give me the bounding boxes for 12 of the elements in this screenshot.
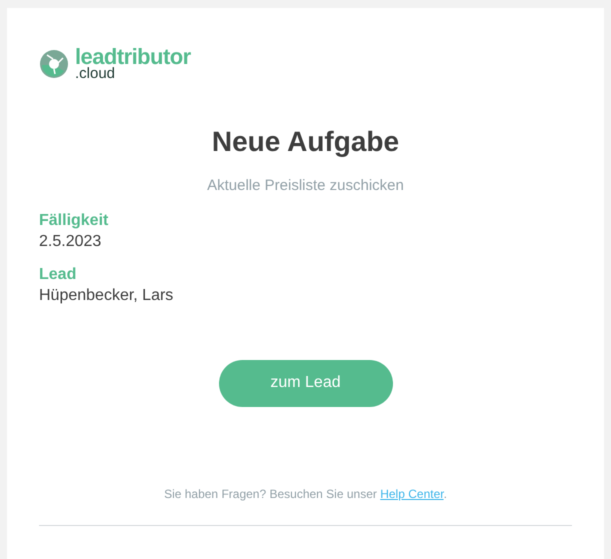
field-label: Fälligkeit — [39, 210, 110, 230]
lead-button[interactable]: zum Lead — [218, 360, 392, 406]
task-description: Aktuelle Preisliste zuschicken — [207, 176, 404, 196]
logo-text: leadtributor — [75, 46, 191, 68]
help-center-link[interactable]: Help Center — [380, 486, 444, 500]
logo-icon — [39, 48, 69, 78]
field-label: Lead — [39, 264, 78, 284]
field-value: 2.5.2023 — [39, 232, 102, 252]
field-value: Hüpenbecker, Lars — [39, 286, 174, 306]
help-text: Sie haben Fragen? Besuchen Sie unser Help Center. — [164, 486, 447, 502]
email-title: Neue Aufgabe — [212, 125, 400, 159]
logo-suffix: .cloud — [75, 66, 116, 81]
